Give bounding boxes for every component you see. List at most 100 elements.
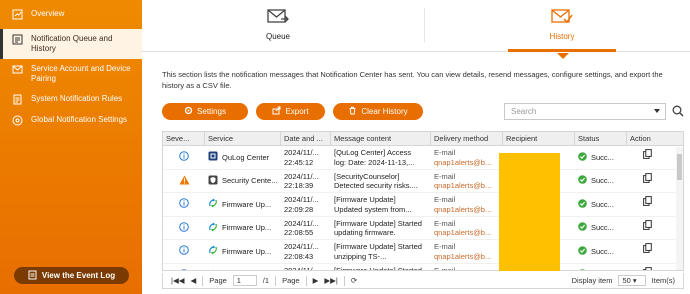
message-line-2: Detected security risks.... — [334, 181, 418, 190]
message-line-2: unzipping TS-... — [334, 251, 387, 261]
delivery-method: E-mail — [434, 195, 456, 204]
warning-icon — [179, 175, 190, 188]
table-row[interactable]: Firmware Un... 2024/11/... [Firmware Updat… — [163, 264, 683, 271]
last-page-icon[interactable]: ▶▶| — [324, 276, 337, 285]
table-row[interactable]: Firmware Up... 2024/11/... 22:09:28 [Firmwa… — [163, 193, 683, 217]
sidebar-item-label: Global Notification Settings — [31, 115, 128, 124]
sidebar-item-overview[interactable]: Overview — [0, 4, 142, 25]
scrollbar[interactable] — [676, 147, 683, 270]
search-input[interactable]: Search — [504, 103, 666, 120]
view-event-log-button[interactable]: View the Event Log — [14, 267, 129, 284]
history-table: Seve... Service Date and ... Message con… — [162, 131, 684, 271]
sidebar-item-queue-history[interactable]: Notification Queue and History — [0, 29, 142, 59]
success-icon — [578, 269, 587, 270]
service-icon — [208, 269, 218, 270]
per-page-value: 50 — [622, 276, 631, 285]
status-text: Succ... — [591, 246, 614, 256]
time-text: 22:08:43 — [284, 251, 314, 261]
date-text: 2024/11/... — [284, 242, 319, 251]
first-page-icon[interactable]: |◀◀ — [171, 276, 184, 285]
date-text: 2024/11/... — [284, 148, 319, 157]
service-name: Firmware Up... — [222, 246, 272, 256]
trash-icon — [348, 106, 357, 117]
display-item-label: Display item — [571, 276, 613, 285]
delivery-method: E-mail — [434, 265, 456, 271]
status-text: Succ... — [591, 176, 614, 185]
sidebar-item-service-account[interactable]: Service Account and Device Pairing — [0, 59, 142, 89]
sidebar-item-rules[interactable]: System Notification Rules — [0, 89, 142, 110]
sidebar-item-label: Overview — [31, 9, 65, 18]
column-header-severity[interactable]: Seve... — [163, 132, 205, 145]
clear-history-label: Clear History — [361, 107, 408, 116]
column-header-action: Action — [630, 134, 651, 143]
table-row[interactable]: QuLog Center 2024/11/... 22:45:12 [QuLog Ce… — [163, 146, 683, 170]
prev-page-icon[interactable]: ◀ — [190, 276, 196, 285]
search-placeholder: Search — [511, 107, 537, 116]
message-line-1: [Firmware Update] Started — [334, 265, 422, 271]
info-icon — [179, 268, 189, 270]
refresh-icon[interactable]: ⟳ — [351, 276, 357, 285]
divider — [202, 275, 204, 286]
message-line-1: [Firmware Update] — [334, 195, 396, 204]
service-name: Firmware Un... — [222, 270, 271, 271]
copy-icon[interactable] — [642, 243, 652, 256]
success-icon — [578, 222, 587, 234]
global-settings-icon — [12, 115, 23, 126]
search-icon[interactable] — [672, 105, 684, 119]
delivery-address: qnap1alerts@b... — [434, 228, 492, 237]
info-icon — [179, 245, 189, 258]
tab-queue[interactable]: Queue — [208, 6, 348, 41]
divider — [305, 275, 307, 286]
delivery-address: qnap1alerts@b... — [434, 204, 492, 214]
sidebar: Overview Notification Queue and History … — [0, 0, 142, 294]
column-header-message[interactable]: Message content — [331, 132, 431, 145]
service-icon — [208, 245, 218, 258]
status-text: Succ... — [591, 223, 614, 232]
service-icon — [208, 198, 218, 211]
service-icon — [208, 175, 218, 188]
settings-button[interactable]: Settings — [162, 103, 248, 120]
clear-history-button[interactable]: Clear History — [333, 103, 423, 120]
per-page-select[interactable]: 50 ▾ — [618, 275, 646, 286]
column-header-status[interactable]: Status — [575, 132, 627, 145]
copy-icon[interactable] — [642, 219, 652, 233]
scrollbar-thumb[interactable] — [677, 154, 682, 180]
tab-history[interactable]: History — [492, 6, 632, 41]
sidebar-item-label: System Notification Rules — [31, 94, 123, 103]
table-header: Seve... Service Date and ... Message con… — [163, 132, 683, 146]
info-icon — [179, 198, 189, 211]
copy-icon[interactable] — [642, 196, 652, 209]
chevron-down-icon[interactable] — [654, 109, 660, 113]
delivery-method: E-mail — [434, 242, 456, 251]
delivery-address: qnap1alerts@b... — [434, 181, 492, 190]
table-row[interactable]: Security Cente... 2024/11/... 22:18:39 [Sec… — [163, 170, 683, 193]
column-header-service[interactable]: Service — [205, 132, 281, 145]
toolbar: Settings Export Clear History — [162, 103, 423, 120]
time-text: 22:08:55 — [284, 228, 314, 237]
tab-divider — [424, 8, 425, 42]
export-button[interactable]: Export — [256, 103, 325, 120]
rules-icon — [12, 94, 23, 105]
delivery-method: E-mail — [434, 218, 456, 228]
delivery-method: E-mail — [434, 148, 456, 157]
message-line-2: Updated system from... — [334, 204, 412, 214]
sidebar-item-global-settings[interactable]: Global Notification Settings — [0, 110, 142, 131]
message-line-2: updating firmware. — [334, 228, 396, 237]
column-header-delivery[interactable]: Delivery method — [431, 132, 503, 145]
table-row[interactable]: Firmware Up... 2024/11/... 22:08:55 [Firmwa… — [163, 217, 683, 240]
column-header-recipient[interactable]: Recipient — [503, 132, 575, 145]
page-number-input[interactable]: 1 — [232, 275, 257, 286]
copy-icon[interactable] — [642, 172, 652, 186]
info-icon — [179, 221, 189, 235]
next-page-icon[interactable]: ▶ — [313, 276, 319, 285]
table-body: QuLog Center 2024/11/... 22:45:12 [QuLog Ce… — [163, 146, 683, 271]
column-header-date[interactable]: Date and ... — [281, 132, 331, 145]
page-label: Page — [209, 276, 227, 285]
active-tab-indicator — [508, 49, 616, 52]
copy-icon[interactable] — [642, 266, 652, 270]
copy-icon[interactable] — [642, 149, 652, 162]
table-row[interactable]: Firmware Up... 2024/11/... 22:08:43 [Firmwa… — [163, 240, 683, 264]
per-page-group: Display item 50 ▾ Item(s) — [572, 275, 683, 286]
sidebar-item-label: Service Account and Device Pairing — [31, 64, 131, 83]
status-text: Succ... — [591, 199, 614, 209]
